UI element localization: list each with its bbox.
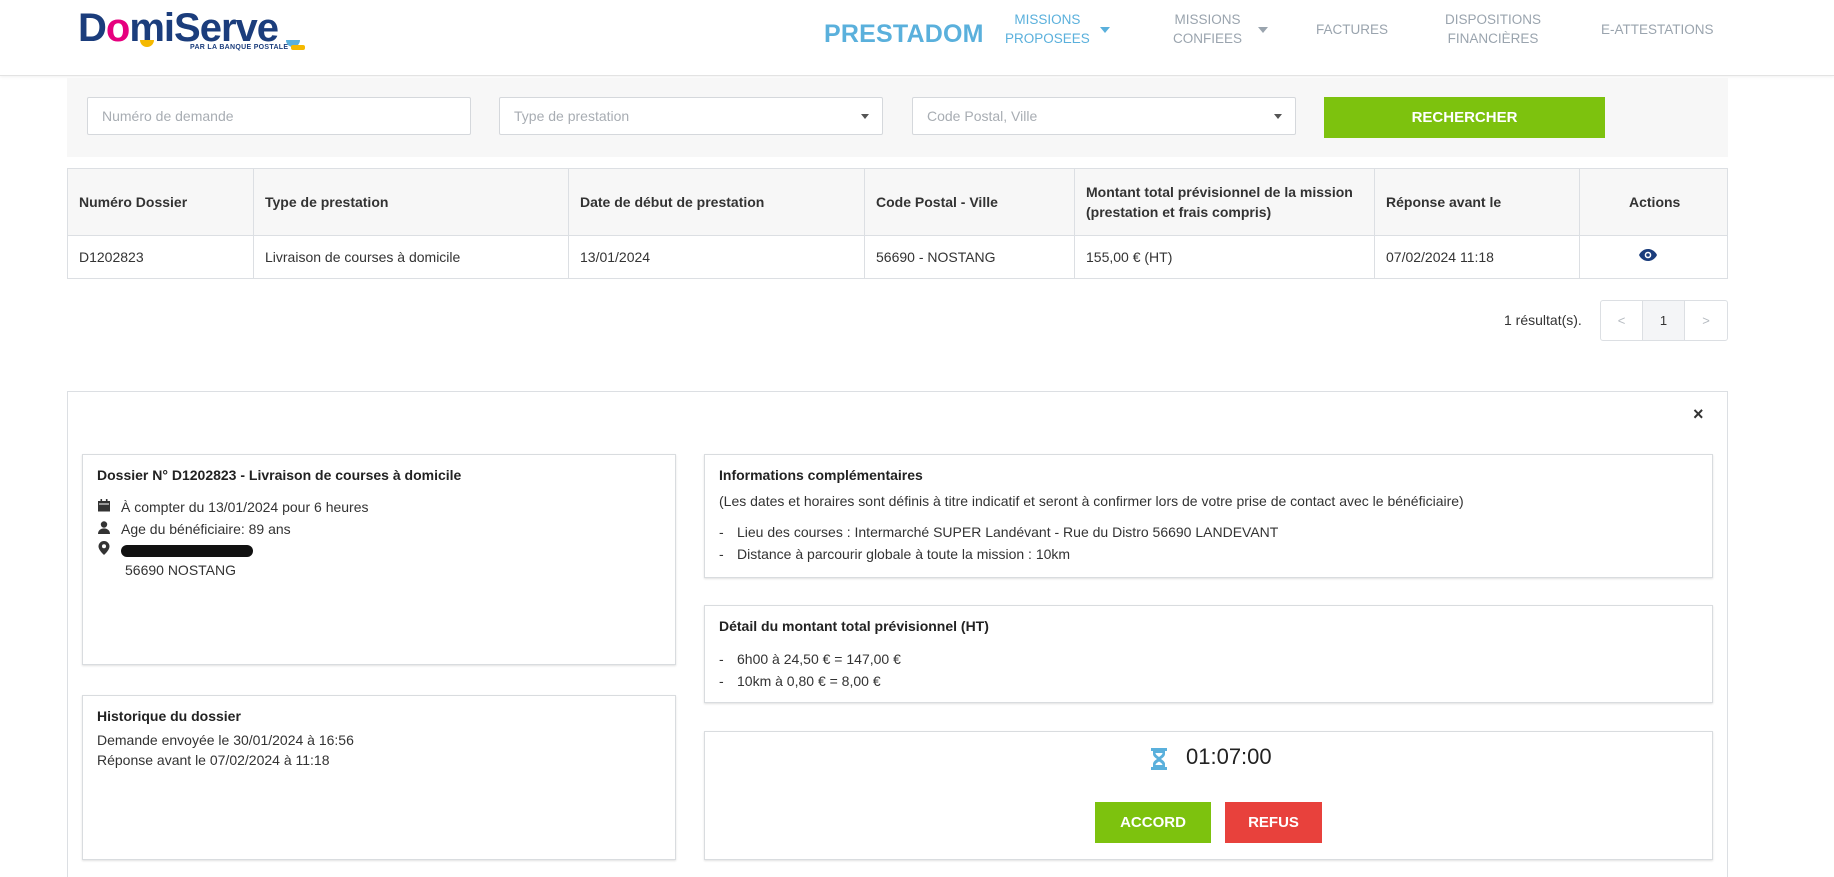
- col-header-reponse[interactable]: Réponse avant le: [1386, 192, 1501, 212]
- nav-missions-proposees[interactable]: MISSIONS PROPOSEES: [1005, 10, 1090, 48]
- informations-note: (Les dates et horaires sont définis à ti…: [719, 493, 1464, 509]
- montant-item: -6h00 à 24,50 € = 147,00 €: [719, 651, 901, 667]
- logo-subtitle: PAR LA BANQUE POSTALE: [190, 44, 306, 51]
- user-icon: [98, 521, 110, 534]
- dossier-address: [97, 539, 253, 561]
- col-header-type[interactable]: Type de prestation: [265, 192, 388, 212]
- dossier-title: Dossier N° D1202823 - Livraison de cours…: [97, 467, 462, 483]
- row-montant: 155,00 € (HT): [1086, 249, 1173, 265]
- pagination-prev-button[interactable]: <: [1601, 301, 1643, 340]
- col-header-date[interactable]: Date de début de prestation: [580, 192, 764, 212]
- type-prestation-select[interactable]: Type de prestation: [499, 97, 883, 135]
- informations-item: - Distance à parcourir globale à toute la…: [719, 546, 1071, 562]
- pagination: < 1 >: [1600, 300, 1728, 341]
- redacted-address: [121, 545, 253, 558]
- row-numero: D1202823: [79, 249, 144, 265]
- informations-item: - Lieu des courses : Intermarché SUPER La…: [719, 524, 1279, 540]
- chevron-down-icon[interactable]: [1100, 27, 1110, 33]
- historique-line-2: Réponse avant le 07/02/2024 à 11:18: [97, 752, 330, 768]
- informations-card: Informations complémentaires (Les dates …: [704, 454, 1713, 578]
- pagination-next-button[interactable]: >: [1685, 301, 1727, 340]
- chevron-down-icon: [1274, 114, 1282, 119]
- calendar-icon: [98, 499, 110, 512]
- historique-card: Historique du dossier Demande envoyée le…: [82, 695, 676, 860]
- row-reponse: 07/02/2024 11:18: [1386, 249, 1494, 265]
- code-postal-ville-select[interactable]: Code Postal, Ville: [912, 97, 1296, 135]
- nav-factures[interactable]: FACTURES: [1316, 20, 1388, 39]
- row-date: 13/01/2024: [580, 249, 651, 265]
- row-type: Livraison de courses à domicile: [265, 249, 461, 265]
- col-header-montant[interactable]: Montant total prévisionnel de la mission…: [1086, 182, 1353, 222]
- nav-missions-confiees[interactable]: MISSIONS CONFIEES: [1173, 10, 1242, 48]
- chevron-down-icon: [861, 114, 869, 119]
- dossier-age-line: Age du bénéficiaire: 89 ans: [97, 518, 291, 540]
- domiserve-logo[interactable]: DomiServe PAR LA BANQUE POSTALE: [78, 6, 318, 56]
- map-marker-icon: [98, 541, 110, 555]
- refus-button[interactable]: REFUS: [1225, 802, 1322, 843]
- nav-dispositions-financieres[interactable]: DISPOSITIONS FINANCIÈRES: [1445, 10, 1541, 48]
- eye-icon[interactable]: [1639, 249, 1657, 261]
- pagination-page-1[interactable]: 1: [1643, 301, 1685, 340]
- col-header-numero[interactable]: Numéro Dossier: [79, 192, 187, 212]
- missions-table: Numéro Dossier Type de prestation Date d…: [67, 168, 1728, 279]
- dossier-card: Dossier N° D1202823 - Livraison de cours…: [82, 454, 676, 665]
- accord-button[interactable]: ACCORD: [1095, 802, 1211, 843]
- chevron-down-icon[interactable]: [1258, 27, 1268, 33]
- montant-detail-card: Détail du montant total prévisionnel (HT…: [704, 605, 1713, 703]
- dossier-date-line: À compter du 13/01/2024 pour 6 heures: [97, 496, 369, 518]
- top-header: DomiServe PAR LA BANQUE POSTALE PRESTADO…: [0, 0, 1834, 76]
- hourglass-icon: [1151, 748, 1167, 770]
- row-ville: 56690 - NOSTANG: [876, 249, 996, 265]
- montant-item: -10km à 0,80 € = 8,00 €: [719, 673, 881, 689]
- historique-title: Historique du dossier: [97, 708, 241, 724]
- results-count: 1 résultat(s).: [1504, 312, 1582, 328]
- rechercher-button[interactable]: RECHERCHER: [1324, 97, 1605, 138]
- nav-e-attestations[interactable]: E-ATTESTATIONS: [1601, 20, 1714, 39]
- close-icon[interactable]: ×: [1693, 404, 1704, 425]
- montant-title: Détail du montant total prévisionnel (HT…: [719, 618, 989, 634]
- historique-line-1: Demande envoyée le 30/01/2024 à 16:56: [97, 732, 354, 748]
- informations-title: Informations complémentaires: [719, 467, 923, 483]
- dossier-ville-line: 56690 NOSTANG: [125, 562, 237, 578]
- col-header-actions: Actions: [1629, 194, 1681, 210]
- app-brand-title: PRESTADOM: [824, 20, 984, 48]
- response-countdown-timer: 01:07:00: [1186, 744, 1272, 769]
- col-header-ville[interactable]: Code Postal - Ville: [876, 192, 998, 212]
- numero-demande-input[interactable]: Numéro de demande: [87, 97, 471, 135]
